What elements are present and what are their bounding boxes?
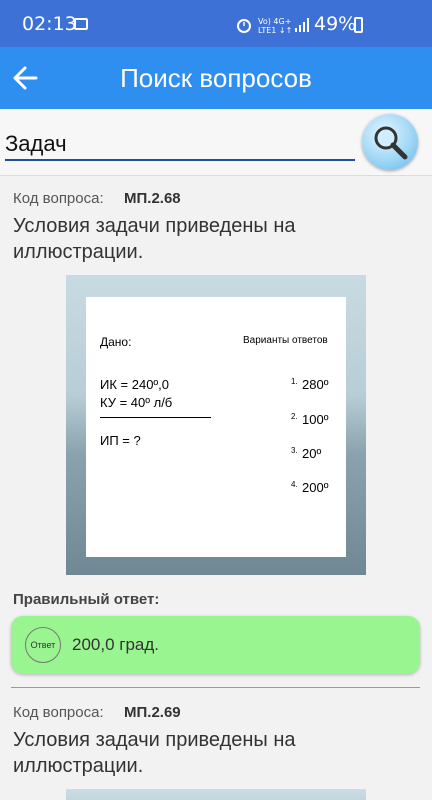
- network-top: Vo) 4G+: [258, 17, 292, 26]
- page-title: Поиск вопросов: [120, 63, 312, 93]
- search-input[interactable]: [5, 129, 355, 161]
- question-illustration[interactable]: [66, 789, 366, 800]
- answer-badge: Ответ: [25, 627, 61, 663]
- option-value-4: 200º: [302, 480, 329, 495]
- given-line-1: ИК = 240º,0: [100, 377, 170, 392]
- answer-card: Ответ 200,0 град.: [11, 616, 420, 674]
- illustration-paper: Дано: Варианты ответов ИК = 240º,0 КУ = …: [86, 297, 346, 557]
- question-code-label: Код вопроса:: [13, 704, 104, 721]
- status-bar: 02:13 Vo) 4G+ LTE1 ↓↑ 49%: [0, 0, 432, 47]
- battery-icon: [354, 17, 363, 33]
- magnifier-icon: [374, 126, 408, 160]
- option-num-3: 3.: [291, 446, 298, 455]
- given-label: Дано:: [100, 335, 132, 349]
- app-bar: Поиск вопросов: [0, 47, 432, 109]
- question-divider: [11, 687, 420, 688]
- option-value-3: 20º: [302, 446, 322, 461]
- question-text: Условия задачи приведены на иллюстрации.: [13, 729, 296, 777]
- question-illustration[interactable]: Дано: Варианты ответов ИК = 240º,0 КУ = …: [66, 275, 366, 575]
- option-num-2: 2.: [291, 412, 298, 421]
- question-code-label: Код вопроса:: [13, 190, 104, 207]
- network-indicator: Vo) 4G+ LTE1 ↓↑: [258, 17, 292, 35]
- image-notification-icon: [74, 18, 88, 30]
- question-text: Условия задачи приведены на иллюстрации.: [13, 215, 296, 263]
- option-num-1: 1.: [291, 377, 298, 386]
- alarm-icon: [237, 19, 251, 33]
- network-bottom: LTE1 ↓↑: [258, 26, 293, 35]
- option-value-2: 100º: [302, 412, 329, 427]
- variants-label: Варианты ответов: [243, 335, 328, 346]
- answer-text: 200,0 град.: [72, 635, 160, 654]
- given-divider: [100, 417, 211, 418]
- option-value-1: 280º: [302, 377, 329, 392]
- signal-icon: [295, 18, 309, 32]
- question-code: МП.2.68: [124, 190, 181, 207]
- given-line-3: ИП = ?: [100, 433, 141, 448]
- search-bar: [0, 109, 432, 175]
- answer-label: Правильный ответ:: [13, 591, 160, 608]
- battery-percent: 49%: [314, 13, 357, 35]
- divider: [0, 175, 432, 176]
- search-button[interactable]: [362, 114, 418, 170]
- question-code: МП.2.69: [124, 704, 181, 721]
- option-num-4: 4.: [291, 480, 298, 489]
- given-line-2: КУ = 40º л/б: [100, 395, 173, 410]
- status-time: 02:13: [22, 13, 77, 35]
